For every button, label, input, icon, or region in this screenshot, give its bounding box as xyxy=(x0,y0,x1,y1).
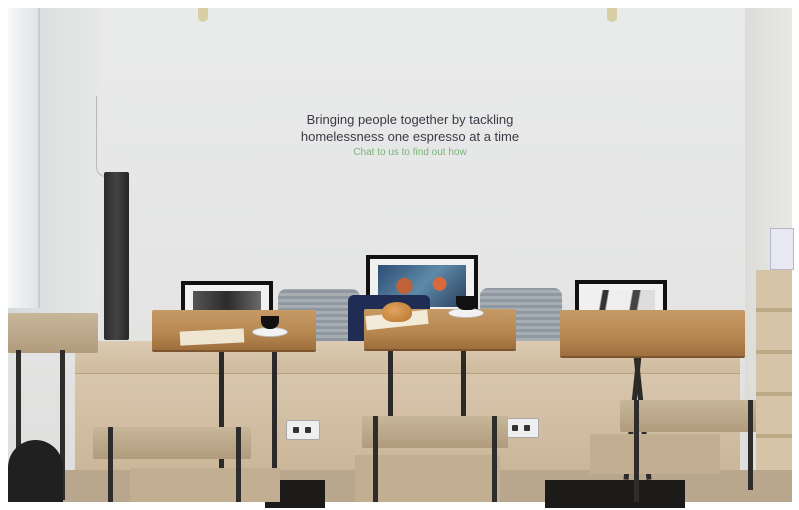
wall-slogan: Bringing people together by tackling hom… xyxy=(250,111,570,161)
chair-frame xyxy=(634,400,639,502)
window-frame xyxy=(8,8,40,308)
table-leg xyxy=(388,348,393,426)
chair-frame xyxy=(236,427,241,502)
slogan-line-1: Bringing people together by tackling xyxy=(306,112,514,127)
person-shadow xyxy=(8,440,63,502)
slogan-call-to-action: Chat to us to find out how xyxy=(353,147,467,158)
chair-back xyxy=(93,427,251,459)
table-right xyxy=(560,310,745,356)
floor-speaker xyxy=(104,172,129,340)
wall-cable xyxy=(96,96,117,177)
ceiling-light xyxy=(607,8,617,22)
chair-seat xyxy=(590,434,720,474)
coffee-cup xyxy=(456,296,478,310)
table-leg xyxy=(272,350,277,478)
wooden-shelf xyxy=(756,270,792,470)
slogan-line-2: homelessness one espresso at a time xyxy=(300,129,520,144)
table-base xyxy=(545,480,685,508)
chair-frame xyxy=(373,416,378,502)
croissant xyxy=(382,302,412,322)
counter-sign xyxy=(770,228,794,270)
chair-frame xyxy=(492,416,497,502)
chair-frame xyxy=(108,427,113,502)
ceiling-light xyxy=(198,8,208,22)
chair-seat xyxy=(130,468,280,502)
chair-left-back xyxy=(8,313,98,353)
chair-back xyxy=(620,400,762,432)
table-leg xyxy=(461,348,466,426)
wall-socket xyxy=(505,418,539,438)
cafe-scene: Bringing people together by tackling hom… xyxy=(0,0,799,510)
wall-socket xyxy=(286,420,320,440)
chair-frame xyxy=(748,400,753,490)
chair-back xyxy=(362,416,508,448)
